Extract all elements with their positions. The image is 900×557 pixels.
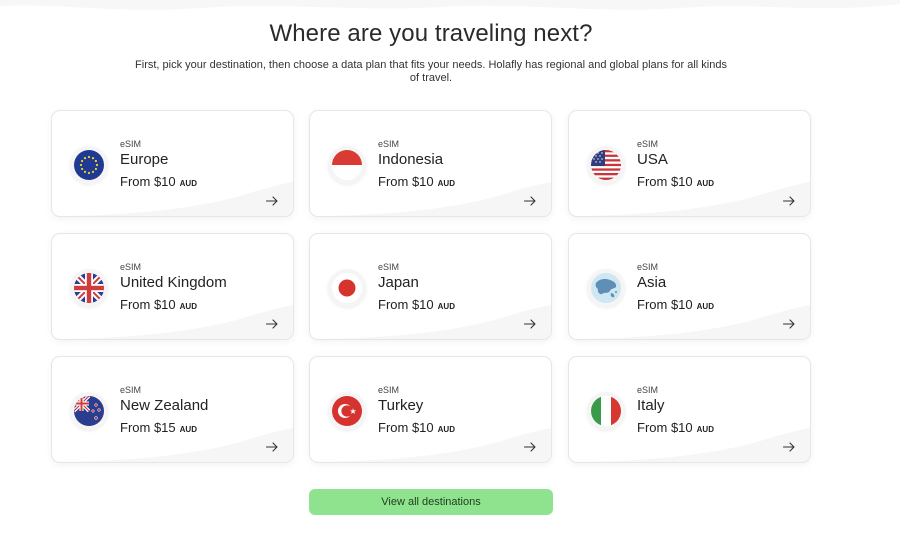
price-amount: From $10 bbox=[378, 174, 434, 189]
destination-name: Asia bbox=[637, 274, 667, 291]
japan-flag-icon bbox=[328, 269, 366, 307]
price-currency: AUD bbox=[179, 179, 197, 188]
page-subtitle: First, pick your destination, then choos… bbox=[135, 59, 727, 84]
destination-price: From $10 AUD bbox=[637, 420, 714, 435]
price-currency: AUD bbox=[696, 179, 714, 188]
price-currency: AUD bbox=[437, 179, 455, 188]
esim-tag: eSIM bbox=[120, 385, 142, 395]
esim-tag: eSIM bbox=[120, 262, 142, 272]
asia-map-icon bbox=[587, 269, 625, 307]
esim-tag: eSIM bbox=[378, 139, 400, 149]
destination-price: From $10 AUD bbox=[378, 174, 455, 189]
usa-flag-icon bbox=[587, 146, 625, 184]
destination-name: USA bbox=[637, 151, 668, 168]
price-amount: From $10 bbox=[378, 297, 434, 312]
price-currency: AUD bbox=[437, 425, 455, 434]
arrow-right-icon bbox=[783, 196, 795, 206]
esim-tag: eSIM bbox=[637, 262, 659, 272]
esim-tag: eSIM bbox=[378, 262, 400, 272]
price-amount: From $10 bbox=[120, 297, 176, 312]
destination-name: New Zealand bbox=[120, 397, 209, 414]
destination-name: United Kingdom bbox=[120, 274, 227, 291]
destination-price: From $10 AUD bbox=[637, 297, 714, 312]
arrow-right-icon bbox=[524, 196, 536, 206]
price-currency: AUD bbox=[696, 302, 714, 311]
price-amount: From $10 bbox=[637, 174, 693, 189]
price-amount: From $10 bbox=[378, 420, 434, 435]
destination-card-europe[interactable]: eSIM Europe From $10 AUD bbox=[51, 110, 294, 217]
arrow-right-icon bbox=[524, 319, 536, 329]
arrow-right-icon bbox=[266, 442, 278, 452]
price-amount: From $10 bbox=[637, 297, 693, 312]
price-amount: From $15 bbox=[120, 420, 176, 435]
esim-tag: eSIM bbox=[637, 139, 659, 149]
arrow-right-icon bbox=[783, 442, 795, 452]
arrow-right-icon bbox=[266, 319, 278, 329]
destination-card-united-kingdom[interactable]: eSIM United Kingdom From $10 AUD bbox=[51, 233, 294, 340]
arrow-right-icon bbox=[524, 442, 536, 452]
destination-card-usa[interactable]: eSIM USA From $10 AUD bbox=[568, 110, 811, 217]
destination-card-asia[interactable]: eSIM Asia From $10 AUD bbox=[568, 233, 811, 340]
destination-name: Japan bbox=[378, 274, 419, 291]
price-currency: AUD bbox=[437, 302, 455, 311]
turkey-flag-icon bbox=[328, 392, 366, 430]
arrow-right-icon bbox=[783, 319, 795, 329]
top-decorative-wave bbox=[0, 0, 900, 10]
indonesia-flag-icon bbox=[328, 146, 366, 184]
new-zealand-flag-icon bbox=[70, 392, 108, 430]
price-amount: From $10 bbox=[637, 420, 693, 435]
destination-card-new-zealand[interactable]: eSIM New Zealand From $15 AUD bbox=[51, 356, 294, 463]
destination-price: From $10 AUD bbox=[120, 297, 197, 312]
price-currency: AUD bbox=[179, 425, 197, 434]
destination-card-italy[interactable]: eSIM Italy From $10 AUD bbox=[568, 356, 811, 463]
destinations-grid: eSIM Europe From $10 AUD eSIM Indonesia F… bbox=[51, 110, 811, 464]
destination-price: From $10 AUD bbox=[378, 297, 455, 312]
destination-name: Europe bbox=[120, 151, 169, 168]
price-currency: AUD bbox=[696, 425, 714, 434]
price-currency: AUD bbox=[179, 302, 197, 311]
destination-card-japan[interactable]: eSIM Japan From $10 AUD bbox=[309, 233, 552, 340]
destination-name: Italy bbox=[637, 397, 665, 414]
destination-price: From $10 AUD bbox=[120, 174, 197, 189]
destination-name: Turkey bbox=[378, 397, 424, 414]
price-amount: From $10 bbox=[120, 174, 176, 189]
destination-card-indonesia[interactable]: eSIM Indonesia From $10 AUD bbox=[309, 110, 552, 217]
destination-card-turkey[interactable]: eSIM Turkey From $10 AUD bbox=[309, 356, 552, 463]
view-all-destinations-button[interactable]: View all destinations bbox=[309, 489, 553, 515]
esim-tag: eSIM bbox=[378, 385, 400, 395]
page-title: Where are you traveling next? bbox=[269, 20, 593, 47]
arrow-right-icon bbox=[266, 196, 278, 206]
destination-price: From $10 AUD bbox=[637, 174, 714, 189]
destination-name: Indonesia bbox=[378, 151, 444, 168]
destination-price: From $10 AUD bbox=[378, 420, 455, 435]
destination-price: From $15 AUD bbox=[120, 420, 197, 435]
esim-tag: eSIM bbox=[120, 139, 142, 149]
esim-tag: eSIM bbox=[637, 385, 659, 395]
uk-flag-icon bbox=[70, 269, 108, 307]
eu-flag-icon bbox=[70, 146, 108, 184]
italy-flag-icon bbox=[587, 392, 625, 430]
